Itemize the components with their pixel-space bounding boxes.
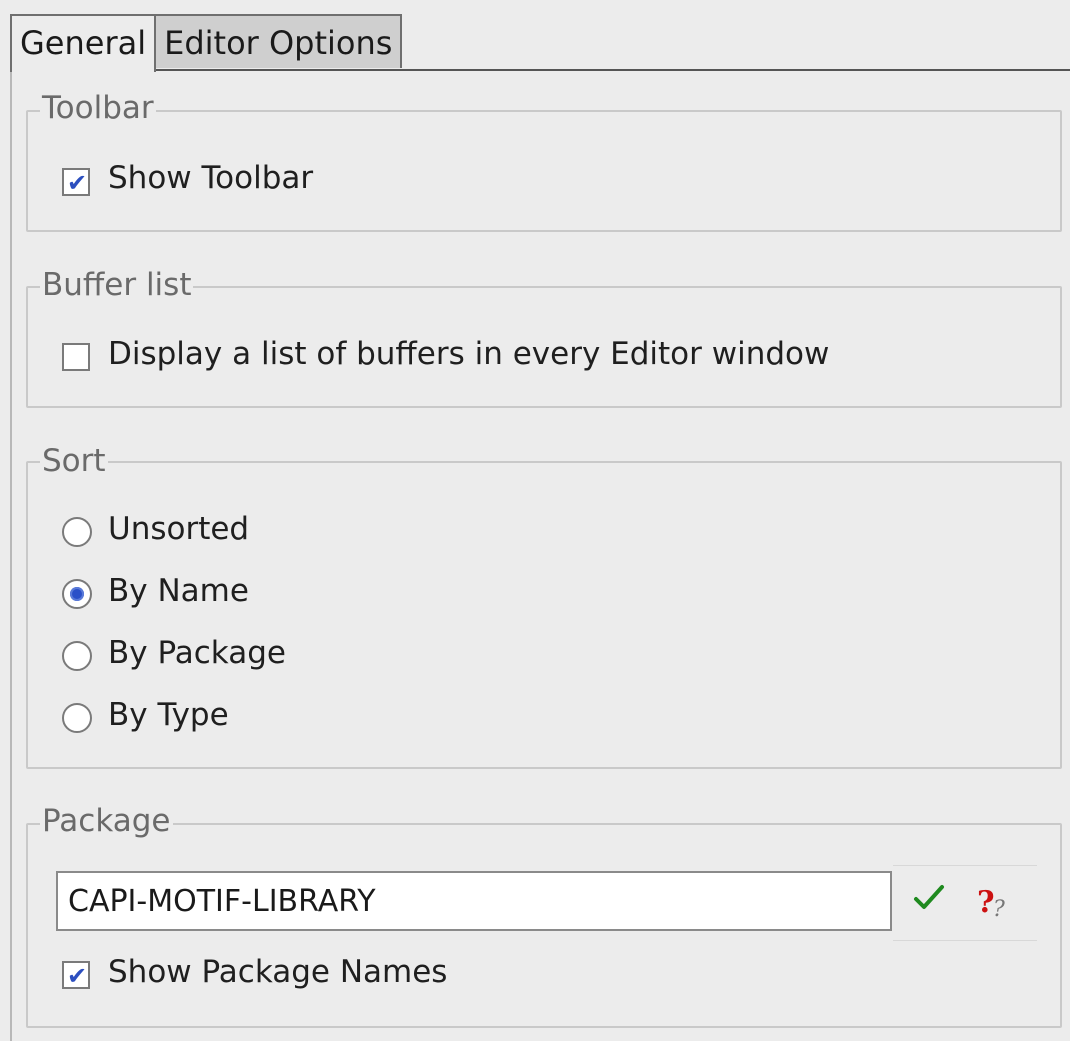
- checkmark-icon: ✔: [67, 169, 88, 197]
- radio-selected-dot: [70, 587, 84, 601]
- checkmark-icon: [914, 885, 944, 909]
- display-buffer-list-label: Display a list of buffers in every Edito…: [108, 336, 830, 372]
- buffer-list-group-title: Buffer list: [40, 267, 194, 303]
- package-input[interactable]: [56, 871, 892, 931]
- display-buffer-list-checkbox[interactable]: [62, 343, 90, 371]
- radio-by-name[interactable]: [62, 579, 92, 609]
- show-toolbar-checkbox[interactable]: ✔: [62, 168, 90, 196]
- package-group-title: Package: [40, 803, 173, 839]
- show-package-names-label: Show Package Names: [108, 954, 448, 990]
- package-input-buttons: ? ?: [893, 865, 1037, 941]
- tab-editor-options[interactable]: Editor Options: [155, 14, 403, 68]
- preferences-window: General Editor Options Toolbar ✔ Show To…: [0, 0, 1070, 1041]
- tab-bar: General Editor Options: [10, 14, 403, 72]
- radio-unsorted[interactable]: [62, 517, 92, 547]
- radio-by-name-label: By Name: [108, 573, 249, 609]
- show-toolbar-label: Show Toolbar: [108, 160, 314, 196]
- show-package-names-checkbox[interactable]: ✔: [62, 961, 90, 989]
- checkmark-icon: ✔: [67, 962, 88, 990]
- radio-by-type[interactable]: [62, 703, 92, 733]
- radio-by-package-label: By Package: [108, 635, 286, 671]
- tab-general[interactable]: General: [10, 14, 157, 72]
- toolbar-group-title: Toolbar: [40, 90, 156, 126]
- confirm-button[interactable]: [907, 880, 951, 924]
- radio-unsorted-label: Unsorted: [108, 511, 250, 547]
- radio-by-package[interactable]: [62, 641, 92, 671]
- radio-by-type-label: By Type: [108, 697, 229, 733]
- svg-text:?: ?: [977, 885, 995, 920]
- sort-group-title: Sort: [40, 443, 108, 479]
- question-mark-icon: ? ?: [977, 885, 1005, 922]
- help-button[interactable]: ? ?: [973, 880, 1017, 924]
- svg-text:?: ?: [993, 897, 1005, 922]
